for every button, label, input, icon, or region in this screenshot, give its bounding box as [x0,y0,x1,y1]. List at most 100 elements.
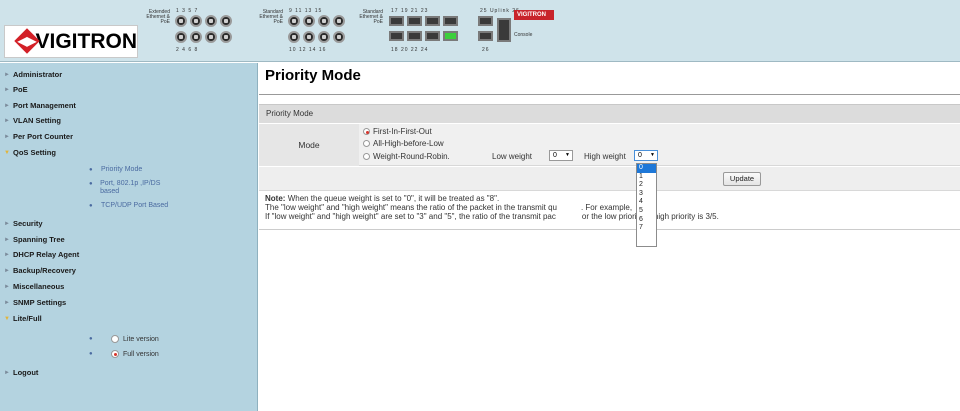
sidebar-subitem-port-8021p-ipds[interactable]: ● Port, 802.1p ,IP/DS based [89,180,169,196]
note-line-3: If "low weight" and "high weight" are se… [265,212,556,221]
port-8[interactable] [220,31,232,43]
port-5[interactable] [205,15,217,27]
port-panel-1: Extended Ethernet & PoE 1 3 5 7 2 4 6 8 [142,8,232,58]
port-3[interactable] [190,15,202,27]
high-weight-dropdown-list[interactable]: 0 1 2 3 4 5 6 7 [636,163,657,247]
dropdown-option[interactable]: 2 [637,181,656,190]
port-14[interactable] [318,31,330,43]
sidebar-item-per-port-counter[interactable]: ► Per Port Counter [4,132,73,141]
sidebar-item-miscellaneous[interactable]: ► Miscellaneous [4,282,64,291]
option-fifo[interactable]: First-In-First-Out [363,127,432,136]
full-version-radio[interactable] [111,350,119,358]
port-2[interactable] [175,31,187,43]
arrow-down-icon: ▼ [4,149,10,156]
arrow-right-icon: ► [4,86,10,93]
lite-version-radio[interactable] [111,335,119,343]
panel-2-bottom-numbers: 10 12 14 16 [289,47,327,53]
sidebar-subitem-priority-mode[interactable]: ● Priority Mode [89,166,142,174]
dropdown-option[interactable]: 0 [637,164,656,173]
low-weight-label: Low weight [492,152,533,161]
port-9[interactable] [288,15,300,27]
port-15[interactable] [333,15,345,27]
section-title: Priority Mode [266,109,314,118]
dropdown-option[interactable]: 3 [637,190,656,199]
vigitron-logo: ◀▶ VIGITRON [4,25,138,58]
sidebar-item-dhcp-relay-agent[interactable]: ► DHCP Relay Agent [4,250,79,259]
note-line-2-end: . For example, [580,203,633,212]
dropdown-option[interactable]: 4 [637,198,656,207]
sidebar-item-spanning-tree[interactable]: ► Spanning Tree [4,235,65,244]
port-13[interactable] [318,15,330,27]
all-high-before-low-radio[interactable] [363,140,370,147]
sidebar-item-snmp-settings[interactable]: ► SNMP Settings [4,298,66,307]
note-divider [259,229,960,230]
low-weight-select[interactable]: 0 ▼ [549,150,573,161]
port-1[interactable] [175,15,187,27]
option-weight-round-robin[interactable]: Weight-Round-Robin. [363,152,450,161]
panel-1-top-numbers: 1 3 5 7 [176,8,199,14]
port-12[interactable] [303,31,315,43]
panel-3-top-numbers: 17 19 21 23 [391,8,429,14]
console-port[interactable] [497,18,511,42]
fifo-radio[interactable] [363,128,370,135]
port-22[interactable] [425,31,440,41]
bullet-icon: ● [89,181,93,187]
port-11[interactable] [303,15,315,27]
arrow-right-icon: ► [4,220,10,227]
update-row: Update [259,167,960,191]
sidebar-item-administrator[interactable]: ► Administrator [4,70,62,79]
port-7[interactable] [220,15,232,27]
title-divider [259,94,960,95]
panel-1-bottom-numbers: 2 4 6 8 [176,47,199,53]
port-4[interactable] [190,31,202,43]
port-17[interactable] [389,16,404,26]
port-25[interactable] [478,16,493,26]
sidebar-item-port-management[interactable]: ► Port Management [4,101,76,110]
high-weight-select[interactable]: 0 ▼ [634,150,658,161]
sidebar-item-poe[interactable]: ► PoE [4,85,28,94]
port-18[interactable] [389,31,404,41]
port-20[interactable] [407,31,422,41]
vigitron-small-logo: VIGITRON [514,10,554,20]
lite-version-option[interactable]: ● Lite version [89,335,159,343]
weight-round-robin-radio[interactable] [363,153,370,160]
panel-3-uplink-bottom-number: 26 [482,47,490,53]
dropdown-caret-icon: ▼ [565,152,570,158]
sidebar-item-qos-setting[interactable]: ▼ QoS Setting [4,148,56,157]
panel-3-label: Standard Ethernet & PoE [359,9,383,25]
page-title: Priority Mode [265,67,361,84]
bullet-icon: ● [89,336,93,342]
port-24[interactable] [443,31,458,41]
sidebar-subitem-tcp-udp-port[interactable]: ● TCP/UDP Port Based [89,202,168,210]
dropdown-option[interactable]: 5 [637,207,656,216]
panel-1-label: Extended Ethernet & PoE [146,9,170,25]
port-6[interactable] [205,31,217,43]
option-all-high-before-low[interactable]: All-High-before-Low [363,139,444,148]
port-23[interactable] [443,16,458,26]
update-button[interactable]: Update [723,172,761,186]
port-10[interactable] [288,31,300,43]
port-19[interactable] [407,16,422,26]
sidebar-item-backup-recovery[interactable]: ► Backup/Recovery [4,266,76,275]
port-26[interactable] [478,31,493,41]
sidebar-item-lite-full[interactable]: ▼ Lite/Full [4,314,42,323]
port-21[interactable] [425,16,440,26]
arrow-right-icon: ► [4,267,10,274]
sidebar-item-vlan-setting[interactable]: ► VLAN Setting [4,116,61,125]
sidebar-item-logout[interactable]: ► Logout [4,368,38,377]
bullet-icon: ● [89,203,93,209]
mode-label: Mode [259,124,359,166]
dropdown-option[interactable]: 6 [637,216,656,225]
console-label: Console [514,32,533,38]
sidebar-item-security[interactable]: ► Security [4,219,43,228]
full-version-option[interactable]: ● Full version [89,350,159,358]
mode-row: Mode First-In-First-Out All-High-before-… [259,124,960,166]
note-line-2: The "low weight" and "high weight" means… [265,203,557,212]
port-16[interactable] [333,31,345,43]
arrow-right-icon: ► [4,102,10,109]
bullet-icon: ● [89,351,93,357]
arrow-right-icon: ► [4,71,10,78]
arrow-down-icon: ▼ [4,315,10,322]
dropdown-option[interactable]: 1 [637,173,656,182]
dropdown-option[interactable]: 7 [637,224,656,233]
